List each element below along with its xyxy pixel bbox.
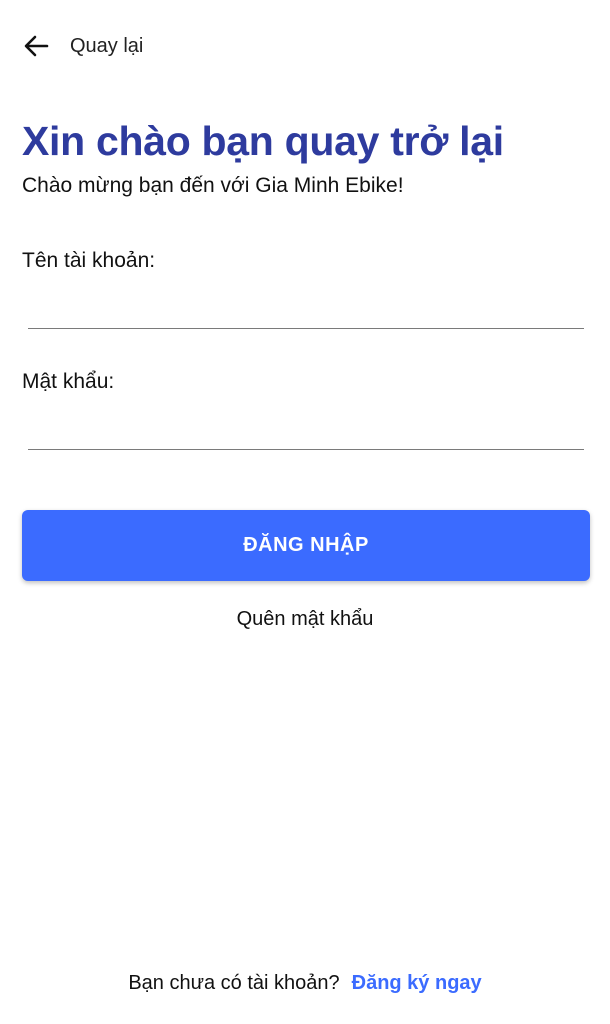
username-label: Tên tài khoản:: [22, 249, 156, 272]
page-subtitle: Chào mừng bạn đến với Gia Minh Ebike!: [22, 174, 404, 197]
page-title: Xin chào bạn quay trở lại: [22, 118, 504, 164]
username-input[interactable]: [28, 288, 584, 329]
back-button[interactable]: Quay lại: [22, 26, 143, 66]
arrow-left-icon: [22, 32, 50, 60]
back-label: Quay lại: [70, 34, 144, 57]
password-label: Mật khẩu:: [22, 370, 115, 393]
password-input[interactable]: [28, 409, 584, 450]
signup-prompt: Bạn chưa có tài khoản? Đăng ký ngay: [0, 972, 610, 995]
forgot-password-link[interactable]: Quên mật khẩu: [0, 608, 610, 631]
login-button[interactable]: ĐĂNG NHẬP: [22, 510, 590, 581]
login-screen: Quay lại Xin chào bạn quay trở lại Chào …: [0, 0, 610, 1024]
signup-link[interactable]: Đăng ký ngay: [352, 972, 482, 994]
signup-prompt-text: Bạn chưa có tài khoản?: [128, 972, 340, 994]
